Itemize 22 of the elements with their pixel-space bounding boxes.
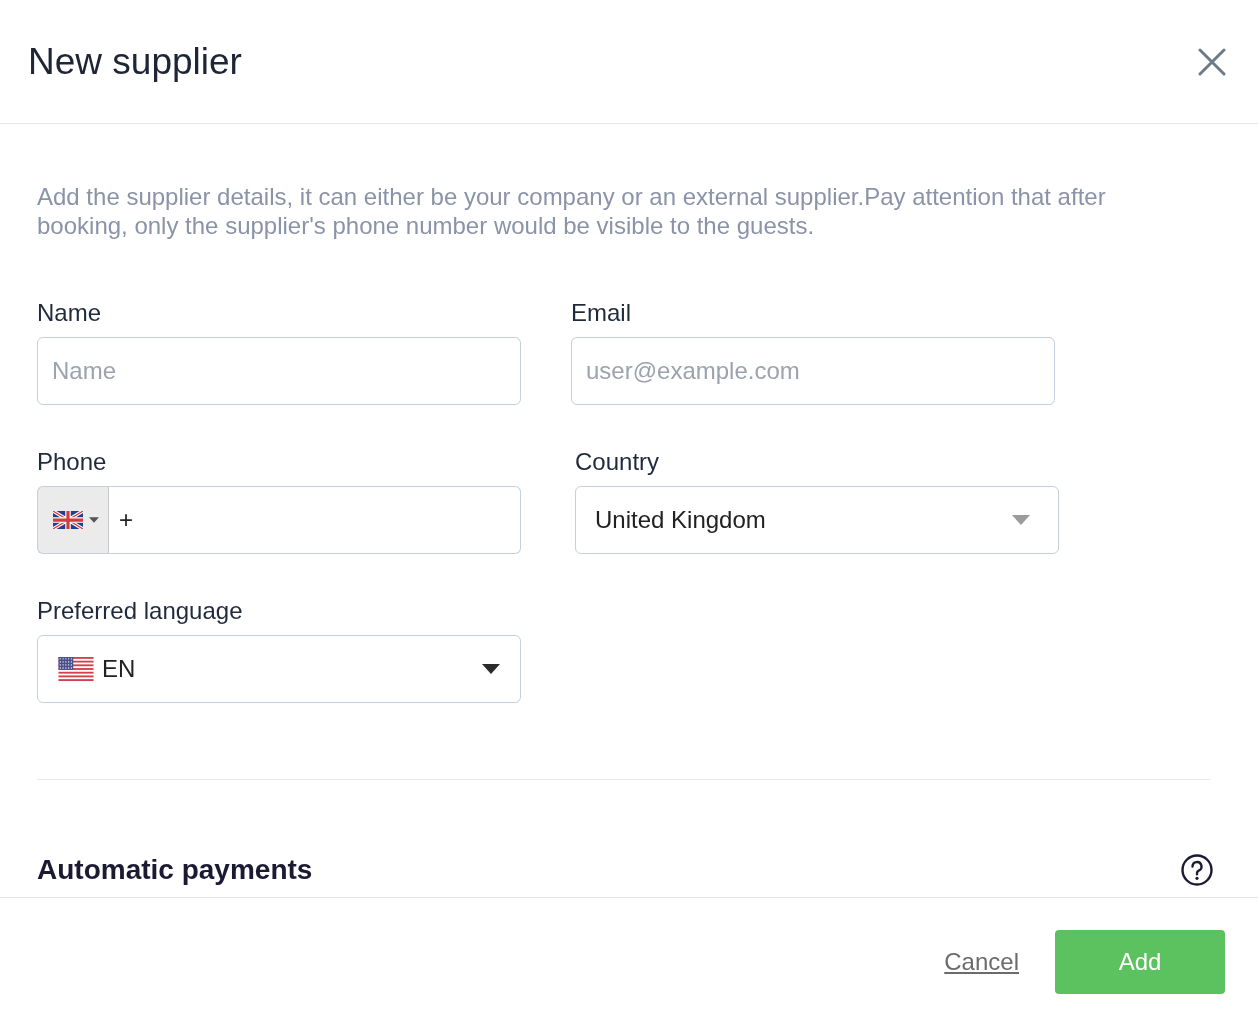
flag-icon	[53, 511, 83, 529]
help-icon[interactable]	[1181, 854, 1213, 886]
text-input[interactable]: user@example.com	[571, 337, 1055, 405]
country-select[interactable]: United Kingdom	[575, 486, 1059, 554]
field-label: Country	[575, 447, 660, 476]
phone-input[interactable]: +	[109, 486, 521, 554]
field-label: Email	[571, 298, 631, 327]
country-code-dropdown[interactable]	[37, 486, 109, 554]
caret-icon	[1012, 515, 1030, 525]
field-label: Phone	[37, 447, 107, 476]
caret-icon	[89, 517, 99, 523]
close-icon[interactable]	[1198, 47, 1226, 76]
text-input[interactable]: Name	[37, 337, 521, 405]
cancel-link[interactable]: Cancel	[944, 947, 1019, 977]
flag-icon	[58, 657, 94, 681]
field-label: Preferred language	[37, 596, 243, 625]
description-text: Add the supplier details, it can either be your company or an external supplier.Pay attention that after booking, only the supplier's phone number would be visible to the guests.	[37, 182, 1107, 240]
caret-icon	[482, 664, 500, 674]
field-label: Name	[37, 298, 102, 327]
section-title: Automatic payments	[37, 853, 313, 887]
dialog-title: New supplier	[28, 39, 242, 84]
language-select[interactable]: EN	[37, 635, 521, 703]
